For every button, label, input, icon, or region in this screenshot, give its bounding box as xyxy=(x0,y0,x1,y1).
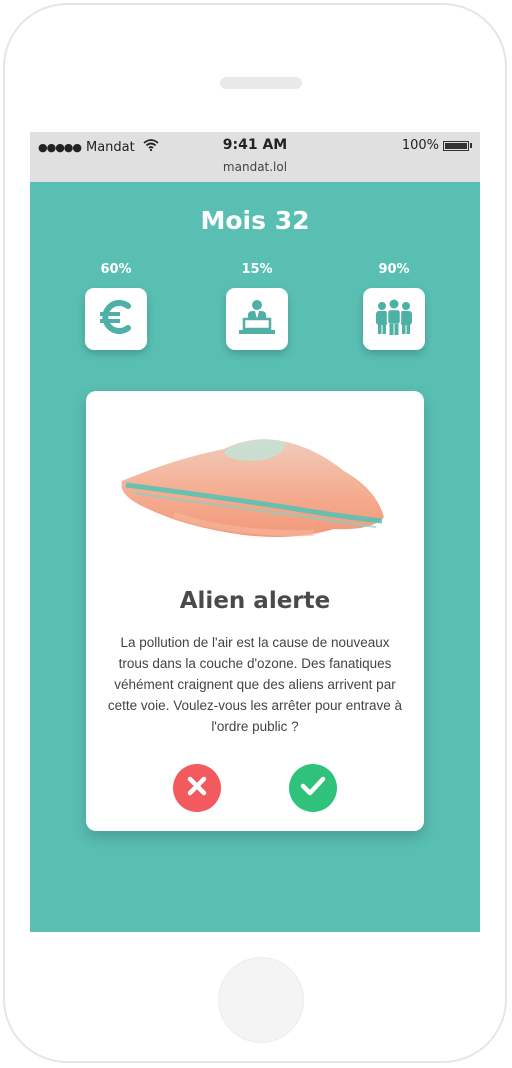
phone-speaker xyxy=(220,77,302,89)
politician-podium-icon xyxy=(235,297,279,341)
ufo-image xyxy=(114,429,396,557)
home-button[interactable] xyxy=(218,957,304,1043)
card-description: La pollution de l'air est la cause de no… xyxy=(107,635,403,734)
battery-indicator: 100% xyxy=(402,138,472,153)
euro-icon xyxy=(96,297,136,341)
check-icon xyxy=(300,775,326,801)
gauge-politics: 15% xyxy=(225,260,289,350)
event-card[interactable]: Alien alerte La pollution de l'air est l… xyxy=(86,391,424,831)
gauge-percentage: 15% xyxy=(241,262,273,277)
gauge-tile xyxy=(226,288,288,350)
url-bar[interactable]: mandat.lol xyxy=(30,160,480,174)
card-title: Alien alerte xyxy=(179,588,331,614)
status-bar: ●●●●● Mandat 9:41 AM mandat.lol 100% xyxy=(30,132,480,182)
people-group-icon xyxy=(372,297,416,341)
battery-icon xyxy=(443,140,469,151)
gauge-tile xyxy=(363,288,425,350)
app-screen: ●●●●● Mandat 9:41 AM mandat.lol 100% Moi… xyxy=(30,132,480,932)
gauge-percentage: 60% xyxy=(100,262,132,277)
close-icon xyxy=(186,775,208,801)
gauge-population: 90% xyxy=(362,260,426,350)
accept-button[interactable] xyxy=(289,764,337,812)
reject-button[interactable] xyxy=(173,764,221,812)
gauge-economy: 60% xyxy=(84,260,148,350)
battery-percentage: 100% xyxy=(401,138,439,153)
gauge-tile xyxy=(85,288,147,350)
page-title: Mois 32 xyxy=(200,206,310,235)
gauge-percentage: 90% xyxy=(378,262,410,277)
